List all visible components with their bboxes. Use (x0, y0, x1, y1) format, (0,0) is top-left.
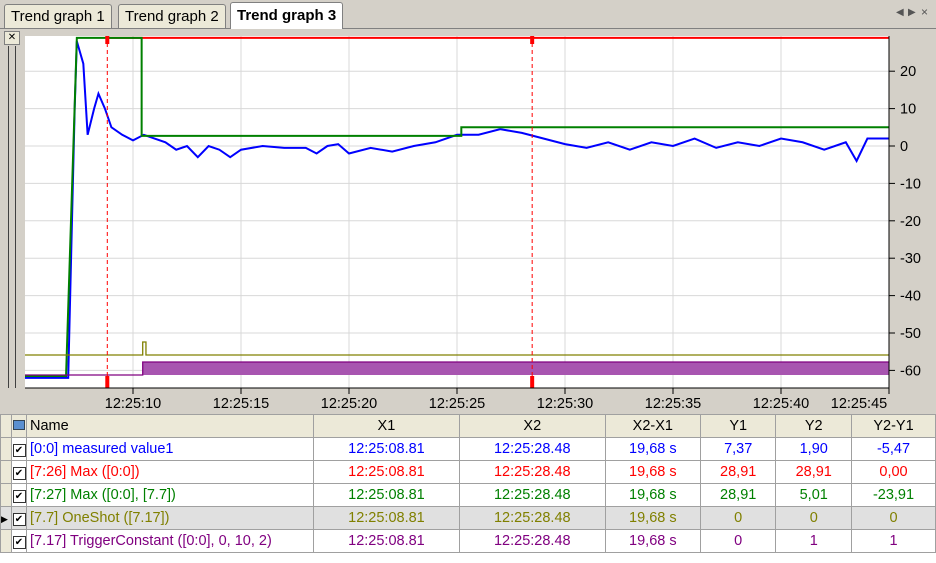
row-indicator[interactable] (0, 483, 12, 507)
col-y2-y1[interactable]: Y2-Y1 (851, 414, 936, 438)
cursor-x2-handle-top (530, 36, 535, 44)
y-tick-label: -30 (900, 251, 921, 267)
cell-name: [7:27] Max ([0:0], [7.7]) (26, 483, 314, 507)
cell-y2: 1,90 (775, 437, 852, 461)
visible-checkbox[interactable]: ✔ (11, 529, 27, 553)
check-icon: ✔ (12, 513, 26, 526)
col-x2[interactable]: X2 (458, 414, 606, 438)
x-tick-label: 12:25:25 (429, 396, 485, 412)
visible-checkbox[interactable]: ✔ (11, 506, 27, 530)
cell-x2: 12:25:28.48 (458, 529, 606, 553)
cell-y1: 7,37 (699, 437, 777, 461)
y-tick-label: 0 (900, 139, 908, 155)
y-tick-label: -10 (900, 176, 921, 192)
visible-checkbox[interactable]: ✔ (11, 483, 27, 507)
x-tick-label: 12:25:20 (321, 396, 377, 412)
x-tick-label: 12:25:30 (537, 396, 593, 412)
x-tick-label: 12:25:40 (753, 396, 809, 412)
cell-x2: 12:25:28.48 (458, 506, 606, 530)
cell-name: [7.17] TriggerConstant ([0:0], 0, 10, 2) (26, 529, 314, 553)
cell-x2-x1: 19,68 s (604, 460, 701, 484)
visible-checkbox[interactable]: ✔ (11, 460, 27, 484)
cell-x2-x1: 19,68 s (604, 483, 701, 507)
y-tick-label: -40 (900, 289, 921, 305)
current-row-arrow-icon: ▶ (1, 514, 8, 524)
table-row[interactable]: ▶ ✔ [7.7] OneShot ([7.17]) 12:25:08.81 12:25… (0, 506, 936, 530)
table-row[interactable]: ✔ [0:0] measured value1 12:25:08.81 12:25:2… (0, 437, 936, 461)
check-icon: ✔ (12, 467, 26, 480)
row-indicator[interactable] (0, 437, 12, 461)
check-icon: ✔ (12, 536, 26, 549)
cell-x1: 12:25:08.81 (313, 483, 460, 507)
cell-x2: 12:25:28.48 (458, 437, 606, 461)
cell-x1: 12:25:08.81 (313, 529, 460, 553)
cell-name: [0:0] measured value1 (26, 437, 314, 461)
y-tick-label: -20 (900, 214, 921, 230)
cell-x2: 12:25:28.48 (458, 460, 606, 484)
row-indicator-header (0, 414, 12, 438)
cursor-x2-handle-bottom (530, 376, 535, 388)
cell-y2-y1: 1 (851, 529, 936, 553)
cell-y2: 0 (775, 506, 852, 530)
trend-chart[interactable]: 12:25:10 12:25:15 12:25:20 12:25:25 12:25:30… (0, 0, 936, 414)
y-tick-label: -60 (900, 363, 921, 379)
cell-y1: 0 (699, 529, 777, 553)
cell-y1: 0 (699, 506, 777, 530)
cell-name: [7:26] Max ([0:0]) (26, 460, 314, 484)
cell-x2-x1: 19,68 s (604, 506, 701, 530)
col-x1[interactable]: X1 (313, 414, 460, 438)
cell-name: [7.7] OneShot ([7.17]) (26, 506, 314, 530)
cell-x1: 12:25:08.81 (313, 460, 460, 484)
x-tick-label: 12:25:15 (213, 396, 269, 412)
col-y1[interactable]: Y1 (699, 414, 777, 438)
trigger-constant-fill (25, 362, 889, 375)
monitor-icon[interactable] (11, 414, 27, 438)
y-tick-label: 20 (900, 64, 916, 80)
cursor-x1-handle-bottom (105, 376, 110, 388)
cell-x2-x1: 19,68 s (604, 529, 701, 553)
cell-y2-y1: -5,47 (851, 437, 936, 461)
x-tick-label: 12:25:45 (831, 396, 887, 412)
col-name[interactable]: Name (26, 414, 314, 438)
cell-y1: 28,91 (699, 460, 777, 484)
check-icon: ✔ (12, 490, 26, 503)
cell-x2-x1: 19,68 s (604, 437, 701, 461)
x-tick-label: 12:25:10 (105, 396, 161, 412)
table-row[interactable]: ✔ [7.17] TriggerConstant ([0:0], 0, 10, 2… (0, 529, 936, 553)
cell-x1: 12:25:08.81 (313, 506, 460, 530)
cursor-table: Name X1 X2 X2-X1 Y1 Y2 Y2-Y1 ✔ [0:0] meas… (0, 414, 936, 563)
x-tick-label: 12:25:35 (645, 396, 701, 412)
cell-y2: 28,91 (775, 460, 852, 484)
cell-y2: 5,01 (775, 483, 852, 507)
cell-y2-y1: 0 (851, 506, 936, 530)
cell-x2: 12:25:28.48 (458, 483, 606, 507)
cursor-x1-handle-top (105, 36, 110, 44)
col-x2-x1[interactable]: X2-X1 (604, 414, 701, 438)
cell-y1: 28,91 (699, 483, 777, 507)
row-indicator[interactable]: ▶ (0, 506, 12, 530)
cell-y2-y1: 0,00 (851, 460, 936, 484)
y-tick-label: 10 (900, 102, 916, 118)
table-row[interactable]: ✔ [7:27] Max ([0:0], [7.7]) 12:25:08.81 12:… (0, 483, 936, 507)
row-indicator[interactable] (0, 460, 12, 484)
check-icon: ✔ (12, 444, 26, 457)
col-y2[interactable]: Y2 (775, 414, 852, 438)
y-tick-label: -50 (900, 326, 921, 342)
cell-y2-y1: -23,91 (851, 483, 936, 507)
table-header: Name X1 X2 X2-X1 Y1 Y2 Y2-Y1 (0, 414, 936, 438)
table-row[interactable]: ✔ [7:26] Max ([0:0]) 12:25:08.81 12:25:28.4… (0, 460, 936, 484)
visible-checkbox[interactable]: ✔ (11, 437, 27, 461)
cell-y2: 1 (775, 529, 852, 553)
row-indicator[interactable] (0, 529, 12, 553)
cell-x1: 12:25:08.81 (313, 437, 460, 461)
